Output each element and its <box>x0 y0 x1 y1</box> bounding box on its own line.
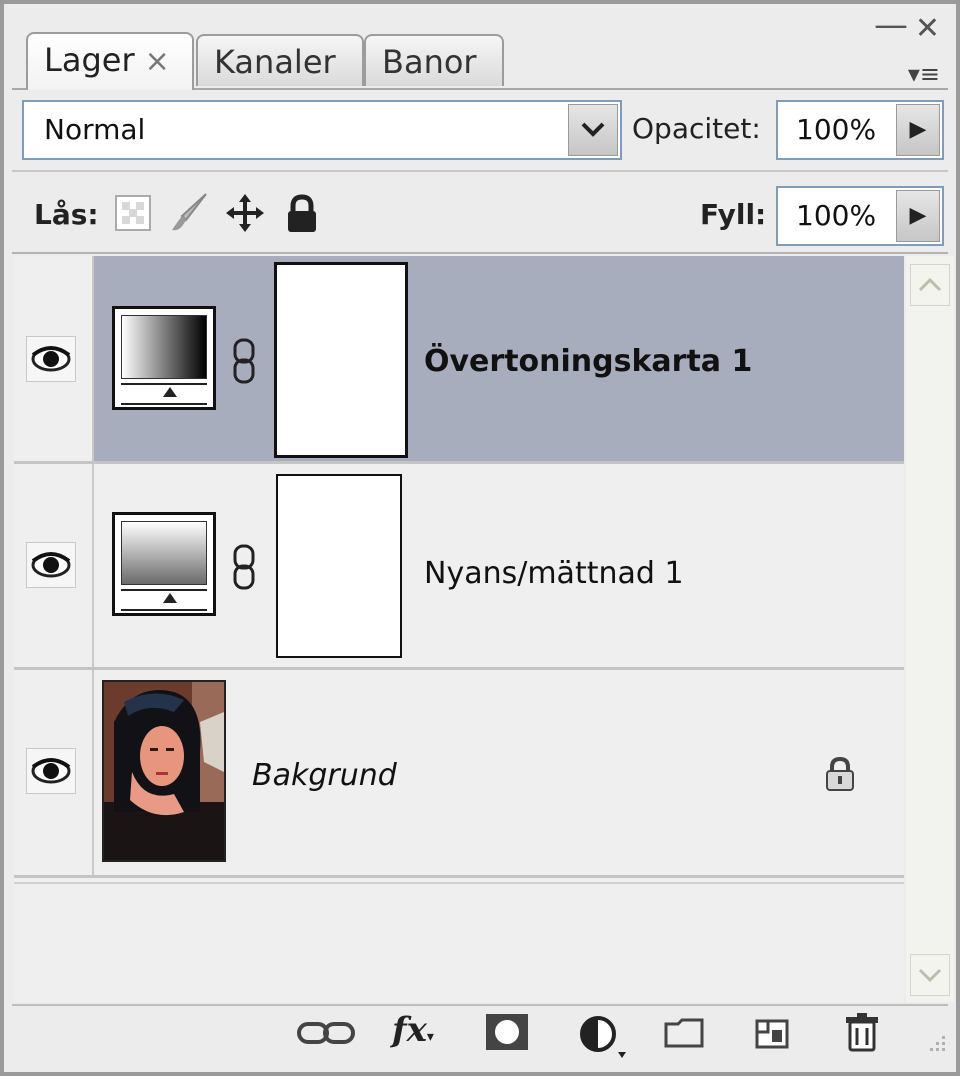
layer-mask-icon[interactable] <box>484 1012 530 1056</box>
hue-saturation-thumbnail <box>112 512 216 616</box>
tab-kanaler-label: Kanaler <box>214 43 336 81</box>
divider <box>14 882 904 884</box>
layer-row[interactable]: Övertoningskarta 1 <box>14 256 904 464</box>
divider <box>12 170 948 172</box>
layer-list: Övertoningskarta 1 Nyans/mättnad 1 Bakgr… <box>14 256 904 1002</box>
chevron-down-icon[interactable] <box>568 104 618 156</box>
eye-icon[interactable] <box>26 542 76 588</box>
eye-icon[interactable] <box>26 336 76 382</box>
divider <box>12 252 948 254</box>
fill-slider-arrow-icon[interactable]: ▶ <box>896 190 940 242</box>
tab-bar: Lager × Kanaler Banor ▾≡ <box>12 30 948 90</box>
scroll-up-icon[interactable] <box>910 264 950 306</box>
tab-lager-label: Lager <box>44 41 135 79</box>
tab-close-icon[interactable]: × <box>145 44 170 79</box>
new-layer-icon[interactable] <box>754 1016 790 1054</box>
bottom-toolbar: fx▾ <box>12 1004 948 1068</box>
tab-kanaler[interactable]: Kanaler <box>196 34 364 86</box>
tab-banor-label: Banor <box>382 43 477 81</box>
fx-label: fx <box>392 1010 427 1050</box>
layer-mask-thumbnail[interactable] <box>276 474 402 658</box>
link-layers-icon[interactable] <box>296 1020 356 1050</box>
layer-name[interactable]: Övertoningskarta 1 <box>424 344 752 379</box>
layer-content[interactable]: Övertoningskarta 1 <box>94 256 904 461</box>
layer-row[interactable]: Nyans/mättnad 1 <box>14 464 904 670</box>
fx-icon[interactable]: fx▾ <box>392 1010 434 1050</box>
layer-content[interactable]: Bakgrund <box>94 670 904 875</box>
layers-panel: — ✕ Lager × Kanaler Banor ▾≡ Normal Opaci… <box>0 0 960 1076</box>
layer-lock-icon <box>824 756 856 796</box>
scroll-down-icon[interactable] <box>910 954 950 996</box>
fill-field[interactable]: 100% ▶ <box>776 186 944 246</box>
blend-mode-value: Normal <box>44 113 146 146</box>
chain-link-icon[interactable] <box>232 544 256 594</box>
background-thumbnail <box>102 680 226 862</box>
chain-link-icon[interactable] <box>232 338 256 388</box>
lock-position-icon[interactable] <box>224 192 266 238</box>
visibility-cell[interactable] <box>14 256 94 461</box>
lock-all-icon[interactable] <box>284 194 320 238</box>
group-folder-icon[interactable] <box>664 1018 704 1052</box>
eye-icon[interactable] <box>26 748 76 794</box>
visibility-cell[interactable] <box>14 670 94 875</box>
trash-icon[interactable] <box>844 1012 880 1056</box>
layer-row[interactable]: Bakgrund <box>14 670 904 878</box>
layer-name[interactable]: Nyans/mättnad 1 <box>424 556 684 591</box>
layer-content[interactable]: Nyans/mättnad 1 <box>94 464 904 667</box>
resize-grip-icon[interactable] <box>922 1032 948 1062</box>
layer-name[interactable]: Bakgrund <box>252 758 397 793</box>
visibility-cell[interactable] <box>14 464 94 667</box>
fill-value: 100% <box>796 199 877 232</box>
blend-mode-select[interactable]: Normal <box>22 100 622 160</box>
layer-mask-thumbnail[interactable] <box>274 262 408 458</box>
tab-banor[interactable]: Banor <box>364 34 504 86</box>
panel-menu-icon[interactable]: ▾≡ <box>908 60 940 88</box>
lock-transparency-icon[interactable] <box>114 194 152 236</box>
lock-paint-icon[interactable] <box>168 190 212 238</box>
layer-list-scrollbar[interactable] <box>906 256 954 1002</box>
opacity-label: Opacitet: <box>632 112 761 145</box>
opacity-field[interactable]: 100% ▶ <box>776 100 944 160</box>
adjustment-layer-icon[interactable] <box>578 1014 628 1062</box>
lock-label: Lås: <box>34 198 99 231</box>
opacity-value: 100% <box>796 113 877 146</box>
opacity-slider-arrow-icon[interactable]: ▶ <box>896 104 940 156</box>
fill-label: Fyll: <box>700 198 767 231</box>
tab-lager[interactable]: Lager × <box>26 32 194 90</box>
gradient-map-thumbnail <box>112 306 216 410</box>
